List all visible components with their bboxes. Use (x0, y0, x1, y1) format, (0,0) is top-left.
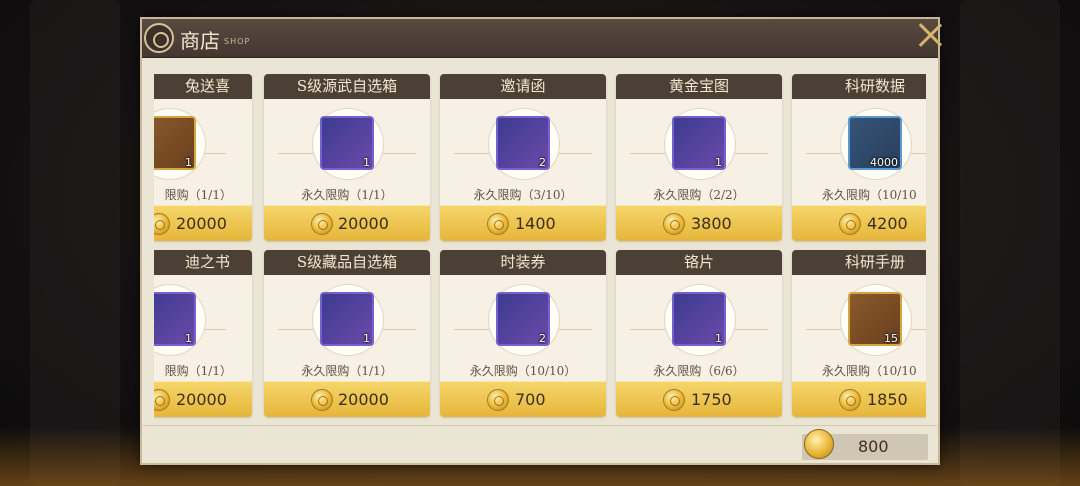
price-bar[interactable]: 700 (440, 381, 606, 417)
shop-emblem-icon (144, 23, 174, 53)
item-name: 铬片 (616, 250, 782, 275)
item-count: 1 (363, 332, 370, 345)
coin-icon (487, 213, 509, 235)
purchase-limit: 永久限购（10/10 (822, 364, 917, 378)
item-name: S级源武自选箱 (264, 74, 430, 99)
coin-icon (839, 389, 861, 411)
coin-icon (154, 389, 170, 411)
item-count: 15 (884, 332, 898, 345)
purchase-limit: 限购（1/1） (164, 364, 232, 378)
price-bar[interactable]: 1850 (792, 381, 926, 417)
item-count: 4000 (870, 156, 898, 169)
close-icon[interactable] (915, 17, 945, 51)
gift-plate-icon: 1 (154, 116, 196, 170)
item-count: 1 (715, 156, 722, 169)
item-price: 700 (515, 390, 546, 409)
item-name: 科研数据 (792, 74, 926, 99)
price-bar[interactable]: 3800 (616, 205, 782, 241)
item-name: 邀请函 (440, 74, 606, 99)
purchase-limit: 限购（1/1） (164, 188, 232, 202)
treasure-map-icon: 1 (672, 116, 726, 170)
coin-icon (487, 389, 509, 411)
item-price: 4200 (867, 214, 908, 233)
purchase-limit: 永久限购（2/2） (653, 188, 745, 202)
shop-title-sub: SHOP (224, 37, 251, 46)
item-name: 兔送喜 (154, 74, 252, 99)
coin-icon (311, 213, 333, 235)
item-price: 20000 (176, 390, 227, 409)
red-book-icon: 1 (154, 292, 196, 346)
price-bar[interactable]: 20000 (264, 381, 430, 417)
coin-icon (804, 429, 834, 459)
background-panel (30, 0, 120, 486)
item-price: 3800 (691, 214, 732, 233)
shop-item-card[interactable]: 铬片 1 永久限购（6/6） 1750 (616, 250, 782, 417)
shop-item-card[interactable]: 时装券 2 永久限购（10/10） 700 (440, 250, 606, 417)
shop-item-card[interactable]: 迪之书 1 限购（1/1） 20000 (154, 250, 252, 417)
coin-icon (663, 213, 685, 235)
item-count: 1 (185, 332, 192, 345)
price-bar[interactable]: 20000 (154, 381, 252, 417)
item-price: 20000 (338, 214, 389, 233)
item-count: 1 (363, 156, 370, 169)
item-count: 2 (539, 332, 546, 345)
item-count: 2 (539, 156, 546, 169)
item-price: 1750 (691, 390, 732, 409)
item-price: 20000 (176, 214, 227, 233)
research-notebook-icon: 4000 (848, 116, 902, 170)
item-price: 20000 (338, 390, 389, 409)
item-name: 迪之书 (154, 250, 252, 275)
shop-item-card[interactable]: 邀请函 2 永久限购（3/10） 1400 (440, 74, 606, 241)
shop-item-card[interactable]: 兔送喜 1 限购（1/1） 20000 (154, 74, 252, 241)
item-name: 黄金宝图 (616, 74, 782, 99)
invitation-ticket-icon: 2 (496, 116, 550, 170)
coin-icon (663, 389, 685, 411)
shop-item-card[interactable]: 黄金宝图 1 永久限购（2/2） 3800 (616, 74, 782, 241)
purchase-limit: 永久限购（6/6） (653, 364, 745, 378)
purchase-limit: 永久限购（1/1） (301, 364, 393, 378)
coin-icon (154, 213, 170, 235)
research-manual-icon: 15 (848, 292, 902, 346)
price-bar[interactable]: 20000 (264, 205, 430, 241)
shop-item-card[interactable]: 科研手册 15 永久限购（10/10 1850 (792, 250, 926, 417)
shop-item-card[interactable]: S级源武自选箱 1 永久限购（1/1） 20000 (264, 74, 430, 241)
shop-title: 商店 (180, 29, 220, 53)
coin-icon (311, 389, 333, 411)
chrome-plate-icon: 1 (672, 292, 726, 346)
purchase-limit: 永久限购（3/10） (473, 188, 573, 202)
coin-icon (839, 213, 861, 235)
item-name: 科研手册 (792, 250, 926, 275)
item-price: 1850 (867, 390, 908, 409)
title-bar: 商店 SHOP (142, 19, 938, 58)
shop-item-card[interactable]: S级藏品自选箱 1 永久限购（1/1） 20000 (264, 250, 430, 417)
costume-coupon-icon: 2 (496, 292, 550, 346)
price-bar[interactable]: 1400 (440, 205, 606, 241)
treasure-chest-icon: 1 (320, 116, 374, 170)
background-panel (960, 0, 1060, 486)
footer-divider (142, 425, 938, 426)
price-bar[interactable]: 4200 (792, 205, 926, 241)
shop-dialog: 商店 SHOP 兔送喜 1 限购（1/1） 20000 S级源武自选箱 1 永久… (140, 17, 940, 465)
item-count: 1 (715, 332, 722, 345)
item-price: 1400 (515, 214, 556, 233)
shop-item-card[interactable]: 科研数据 4000 永久限购（10/10 4200 (792, 74, 926, 241)
item-count: 1 (185, 156, 192, 169)
price-bar[interactable]: 20000 (154, 205, 252, 241)
price-bar[interactable]: 1750 (616, 381, 782, 417)
collectible-box-icon: 1 (320, 292, 374, 346)
currency-balance: 800 (858, 437, 889, 456)
item-name: 时装券 (440, 250, 606, 275)
purchase-limit: 永久限购（1/1） (301, 188, 393, 202)
item-grid: 兔送喜 1 限购（1/1） 20000 S级源武自选箱 1 永久限购（1/1） … (154, 74, 926, 421)
item-name: S级藏品自选箱 (264, 250, 430, 275)
purchase-limit: 永久限购（10/10 (822, 188, 917, 202)
purchase-limit: 永久限购（10/10） (469, 364, 577, 378)
